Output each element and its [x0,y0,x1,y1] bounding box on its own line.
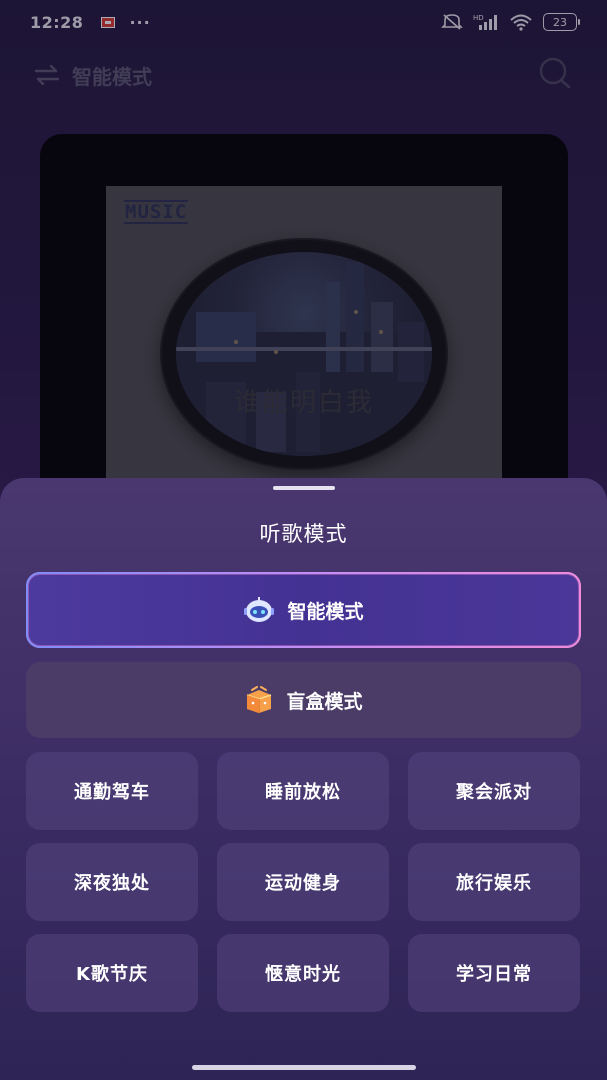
blind-box-mode-button[interactable]: 盲盒模式 [26,662,581,738]
scene-button[interactable]: 旅行娱乐 [408,843,580,921]
blind-box-mode-label: 盲盒模式 [286,690,363,713]
smart-mode-button[interactable]: 智能模式 [26,572,581,648]
sheet-title: 听歌模式 [259,522,348,546]
scene-button[interactable]: 聚会派对 [408,752,580,830]
listening-mode-sheet: 听歌模式 智能模式 盲盒模式 通勤驾车 睡前放松 聚会派对 深夜独处 运动健身 … [0,478,607,1080]
scene-button[interactable]: 学习日常 [408,934,580,1012]
sheet-drag-handle[interactable] [272,486,335,490]
scene-grid: 通勤驾车 睡前放松 聚会派对 深夜独处 运动健身 旅行娱乐 K歌节庆 惬意时光 … [26,752,581,1012]
scene-button[interactable]: 通勤驾车 [26,752,198,830]
scene-button[interactable]: 惬意时光 [217,934,389,1012]
smart-mode-label: 智能模式 [287,600,364,623]
robot-icon [244,597,275,622]
scene-button[interactable]: 深夜独处 [26,843,198,921]
home-indicator[interactable] [191,1065,416,1070]
scene-button[interactable]: 运动健身 [217,843,389,921]
scene-button[interactable]: K歌节庆 [26,934,198,1012]
scene-button[interactable]: 睡前放松 [217,752,389,830]
gift-box-icon [247,686,272,713]
